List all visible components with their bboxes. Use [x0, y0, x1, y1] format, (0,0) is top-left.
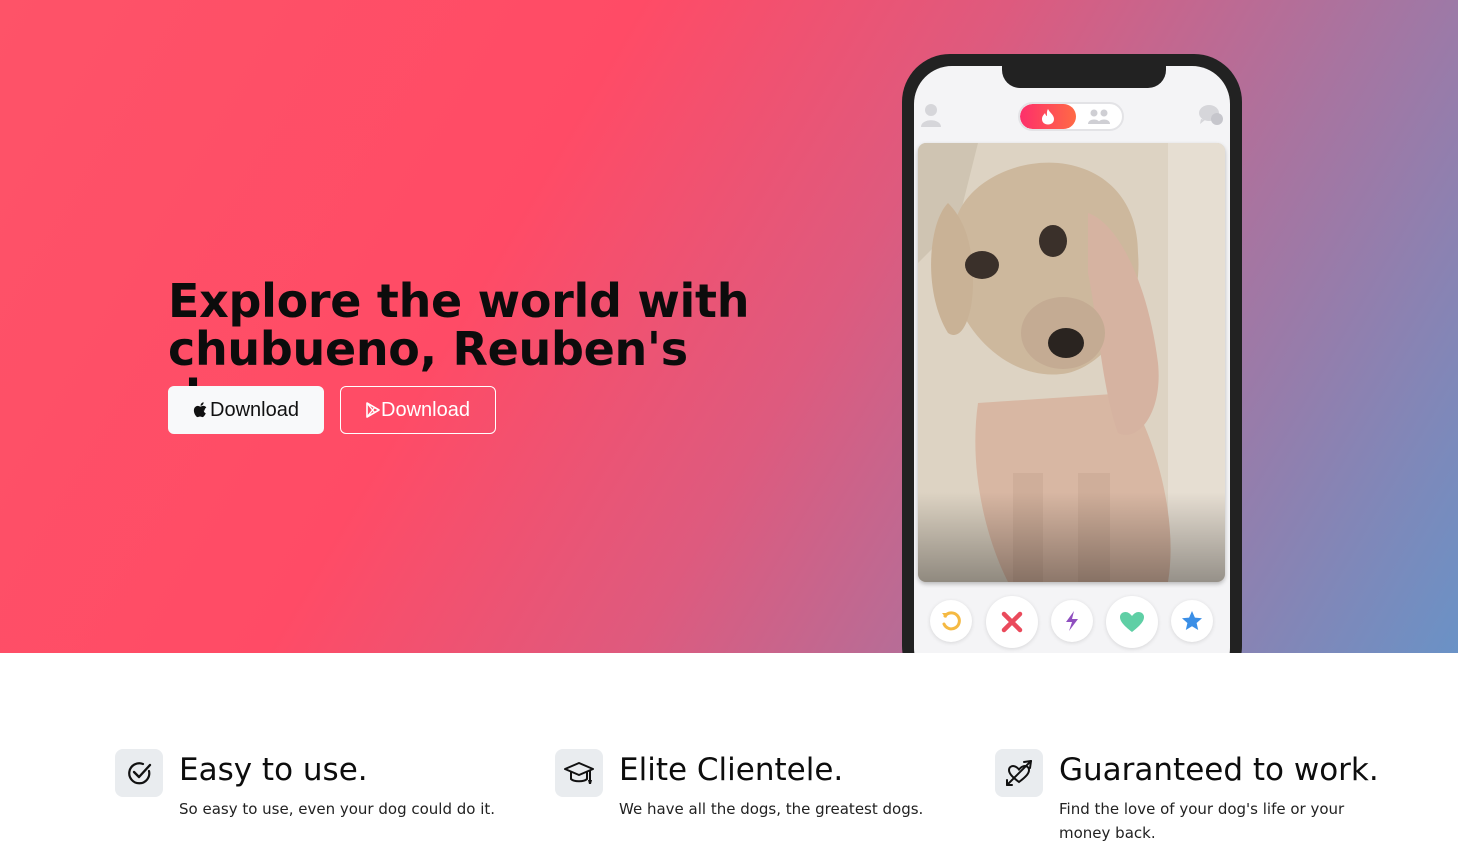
- rewind-icon: [942, 611, 961, 631]
- feature-icon-box: [115, 749, 163, 797]
- feature-title: Guaranteed to work.: [1059, 752, 1379, 788]
- phone-mockup: [902, 54, 1242, 653]
- google-play-download-button[interactable]: Download: [340, 386, 496, 434]
- card-gradient-overlay: [918, 492, 1225, 582]
- toggle-active-segment[interactable]: [1020, 104, 1076, 129]
- feature-title: Elite Clientele.: [619, 752, 844, 788]
- swipe-actions: [914, 594, 1230, 653]
- app-top-bar: [914, 102, 1230, 132]
- apple-download-label: Download: [210, 398, 299, 421]
- feature-description: We have all the dogs, the greatest dogs.: [619, 800, 924, 818]
- phone-screen: [914, 66, 1230, 653]
- boost-button[interactable]: [1051, 600, 1093, 642]
- hero-section: Explore the world with chubueno, Reuben'…: [0, 0, 1458, 653]
- chat-icon[interactable]: [1198, 103, 1224, 127]
- profile-card[interactable]: [918, 143, 1225, 582]
- feature-description: So easy to use, even your dog could do i…: [179, 800, 496, 818]
- rewind-button[interactable]: [930, 600, 972, 642]
- feature-description: Find the love of your dog's life or your…: [1059, 800, 1345, 842]
- feature-title: Easy to use.: [179, 752, 368, 788]
- apple-icon: [193, 402, 207, 418]
- heart-arrow-icon: [1006, 760, 1032, 786]
- profile-icon[interactable]: [920, 102, 942, 128]
- super-like-button[interactable]: [1171, 600, 1213, 642]
- check-circle-icon: [128, 762, 152, 785]
- graduation-cap-icon: [564, 762, 594, 784]
- group-icon[interactable]: [1086, 108, 1112, 125]
- like-icon: [1120, 612, 1144, 632]
- feature-icon-box: [555, 749, 603, 797]
- super-like-icon: [1182, 611, 1202, 630]
- nope-button[interactable]: [986, 596, 1038, 648]
- like-button[interactable]: [1106, 596, 1158, 648]
- apple-download-button[interactable]: Download: [168, 386, 324, 434]
- feature-icon-box: [995, 749, 1043, 797]
- google-play-download-label: Download: [381, 398, 470, 421]
- google-play-icon: [366, 402, 380, 418]
- phone-notch: [1002, 66, 1166, 88]
- boost-icon: [1066, 611, 1078, 631]
- discovery-toggle[interactable]: [1018, 102, 1124, 131]
- flame-icon: [1042, 109, 1054, 125]
- nope-icon: [1001, 611, 1023, 633]
